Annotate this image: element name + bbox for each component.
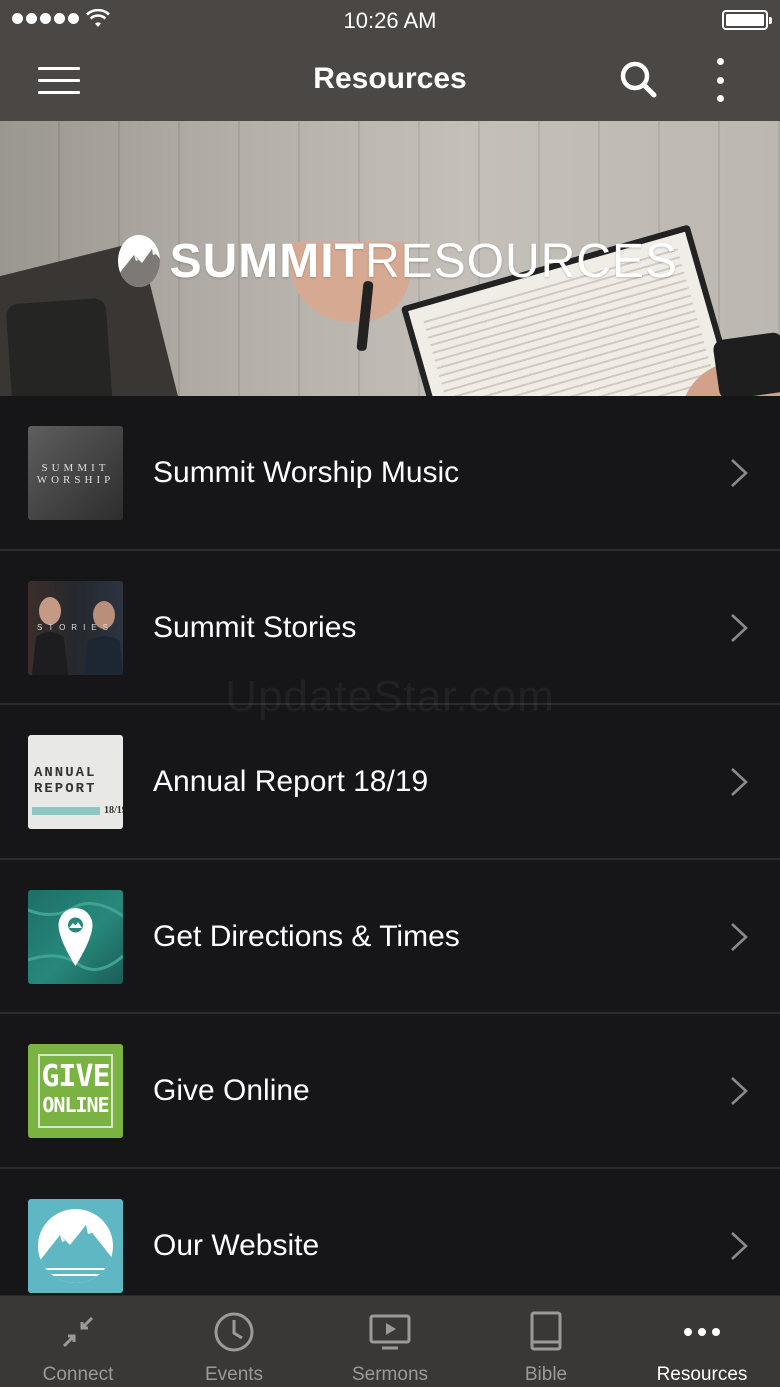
annual-report-thumbnail: ANNUAL REPORT 18/19 [28, 735, 123, 829]
list-item-label: Give Online [153, 1074, 310, 1107]
list-item-label: Get Directions & Times [153, 919, 460, 953]
clock-icon [214, 1312, 254, 1352]
more-options-icon[interactable] [706, 58, 734, 102]
list-item-give-online[interactable]: GIVE ONLINE Give Online [0, 1014, 780, 1169]
status-time: 10:26 AM [343, 8, 437, 33]
directions-thumbnail [28, 889, 123, 984]
stories-thumbnail: STORIES [28, 580, 123, 675]
list-item-summit-worship-music[interactable]: SUMMIT WORSHIP Summit Worship Music [0, 396, 780, 551]
more-dots-icon [684, 1328, 720, 1336]
thumbnail-text-online: ONLINE [42, 1093, 109, 1117]
tab-resources[interactable]: Resources [624, 1296, 780, 1387]
chevron-right-icon [731, 768, 748, 796]
thumbnail-text-give: GIVE [41, 1059, 110, 1094]
tab-bar: Connect Events Sermons Bible Resources [0, 1295, 780, 1387]
chevron-right-icon [731, 459, 748, 487]
chevron-right-icon [731, 1231, 748, 1260]
tab-bible[interactable]: Bible [468, 1296, 624, 1387]
thumbnail-text: SUMMIT WORSHIP [36, 462, 115, 486]
summit-logo-icon [38, 1208, 113, 1283]
tab-events[interactable]: Events [156, 1296, 312, 1387]
banner-brand-bold: SUMMIT [169, 234, 365, 288]
list-item-get-directions[interactable]: Get Directions & Times [0, 859, 780, 1014]
summit-resources-logo: SUMMIT RESOURCES [118, 233, 678, 289]
book-icon [530, 1311, 562, 1351]
status-bar: 10:26 AM [0, 0, 780, 40]
tab-label: Resources [656, 1364, 748, 1385]
map-pin-icon [28, 901, 123, 971]
tab-label: Connect [42, 1364, 114, 1385]
tab-connect[interactable]: Connect [0, 1296, 156, 1387]
list-item-label: Annual Report 18/19 [153, 765, 429, 798]
summit-mountain-icon [118, 235, 160, 287]
chevron-right-icon [731, 613, 748, 642]
battery-icon [722, 10, 772, 30]
list-item-annual-report[interactable]: ANNUAL REPORT 18/19 Annual Report 18/19 [0, 705, 780, 860]
thumbnail-text: ANNUAL REPORT [34, 765, 97, 797]
resources-list: SUMMIT WORSHIP Summit Worship Music STOR… [0, 396, 780, 1323]
page-title: Resources [313, 62, 467, 95]
tab-sermons[interactable]: Sermons [312, 1296, 468, 1387]
give-online-thumbnail: GIVE ONLINE [28, 1044, 123, 1138]
website-thumbnail [28, 1198, 123, 1293]
nav-bar: Resources [0, 40, 780, 121]
banner-watch [712, 331, 780, 396]
tab-label: Bible [524, 1364, 568, 1385]
chevron-right-icon [731, 922, 748, 951]
list-item-label: Summit Worship Music [153, 456, 460, 489]
watermark-text: UpdateStar.com [225, 672, 555, 721]
screen-play-icon [369, 1314, 411, 1350]
banner-brand-light: RESOURCES [364, 234, 678, 288]
chevron-right-icon [731, 1077, 748, 1105]
thumbnail-text: STORIES [37, 622, 114, 632]
connect-icon [62, 1316, 94, 1348]
banner-phone [5, 297, 119, 396]
thumbnail-year: 18/19 [104, 805, 123, 816]
tab-label: Events [204, 1364, 264, 1385]
tab-label: Sermons [351, 1364, 429, 1385]
search-icon[interactable] [618, 59, 658, 99]
worship-album-thumbnail: SUMMIT WORSHIP [28, 426, 123, 520]
